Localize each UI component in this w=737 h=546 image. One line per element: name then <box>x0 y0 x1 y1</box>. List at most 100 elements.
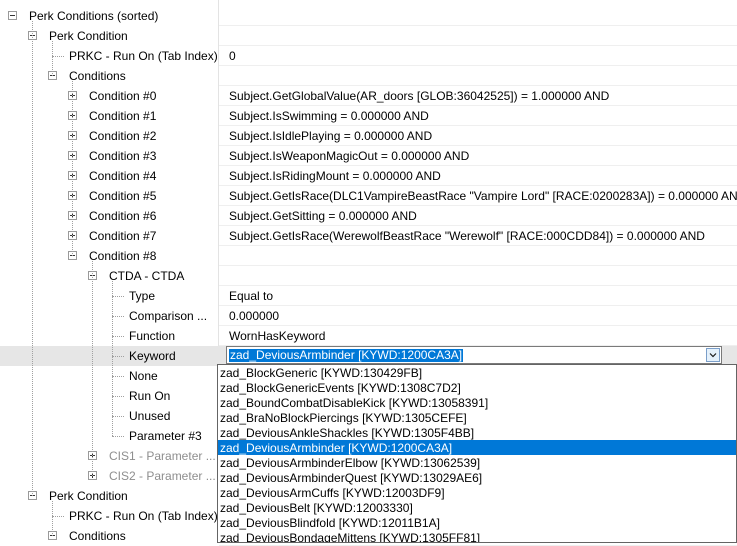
tree-guide-line <box>92 261 93 476</box>
tree-row-label: None <box>129 369 158 383</box>
tree-row-label: Run On <box>129 389 171 403</box>
tree-row-condition-1[interactable]: Condition #1 Subject.IsSwimming = 0.00000… <box>0 106 737 126</box>
tree-connector-line <box>52 56 64 57</box>
tree-row-label: Function <box>129 329 176 343</box>
tree-row-value: Subject.GetSitting = 0.000000 AND <box>229 209 417 223</box>
tree-row-condition-5[interactable]: Condition #5 Subject.GetIsRace(DLC1Vampir… <box>0 186 737 206</box>
tree-row-condition-8[interactable]: Condition #8 <box>0 246 737 266</box>
tree-row-value: Subject.IsRidingMount = 0.000000 AND <box>229 169 441 183</box>
dropdown-option[interactable]: zad_DeviousArmbinderQuest [KYWD:13029AE6… <box>218 470 736 485</box>
tree-guide-line <box>52 41 53 76</box>
tree-row-label: Perk Condition <box>49 489 128 503</box>
tree-row-ctda-ctda[interactable]: CTDA - CTDA <box>0 266 737 286</box>
tree-row-label: Condition #1 <box>89 109 157 123</box>
tree-row-condition-2[interactable]: Condition #2 Subject.IsIdlePlaying = 0.00… <box>0 126 737 146</box>
tree-row-comparison[interactable]: Comparison ... 0.000000 <box>0 306 737 326</box>
keyword-combobox-value[interactable]: zad_DeviousArmbinder [KYWD:1200CA3A] <box>229 349 464 362</box>
dropdown-option-label: zad_DeviousBondageMittens [KYWD:1305FF81… <box>220 531 481 543</box>
dropdown-option-label: zad_BraNoBlockPiercings [KYWD:1305CEFE] <box>220 411 467 425</box>
keyword-combobox[interactable]: zad_DeviousArmbinder [KYWD:1200CA3A] <box>226 346 722 364</box>
dropdown-option[interactable]: zad_BoundCombatDisableKick [KYWD:1305839… <box>218 395 736 410</box>
tree-row-label: Conditions <box>69 529 126 543</box>
collapse-icon[interactable] <box>8 11 17 20</box>
tree-connector-line <box>112 356 124 357</box>
tree-row-label: CIS2 - Parameter ... <box>109 469 216 483</box>
dropdown-option[interactable]: zad_BraNoBlockPiercings [KYWD:1305CEFE] <box>218 410 736 425</box>
tree-row-function[interactable]: Function WornHasKeyword <box>0 326 737 346</box>
tree-row-label: Perk Conditions (sorted) <box>29 9 159 23</box>
dropdown-option[interactable]: zad_DeviousBlindfold [KYWD:12011B1A] <box>218 515 736 530</box>
tree-row-label: Condition #5 <box>89 189 157 203</box>
dropdown-option-label: zad_DeviousBelt [KYWD:12003330] <box>220 501 413 515</box>
dropdown-option-label: zad_DeviousBlindfold [KYWD:12011B1A] <box>220 516 440 530</box>
tree-row-label: Condition #0 <box>89 89 157 103</box>
dropdown-option-label: zad_BlockGenericEvents [KYWD:1308C7D2] <box>220 381 461 395</box>
tree-connector-line <box>112 396 124 397</box>
tree-row-label: Condition #2 <box>89 129 157 143</box>
tree-row-condition-6[interactable]: Condition #6 Subject.GetSitting = 0.00000… <box>0 206 737 226</box>
tree-row-prkc-run-on-tab-index[interactable]: PRKC - Run On (Tab Index) 0 <box>0 46 737 66</box>
tree-row-perk-condition[interactable]: Perk Condition <box>0 26 737 46</box>
tree-connector-line <box>112 376 124 377</box>
tree-row-value: 0 <box>229 49 236 63</box>
tree-row-label: Condition #7 <box>89 229 157 243</box>
tree-row-label: Keyword <box>129 349 176 363</box>
tree-row-value: Subject.GetIsRace(WerewolfBeastRace "Wer… <box>229 229 705 243</box>
tree-row-value: WornHasKeyword <box>229 329 326 343</box>
dropdown-option[interactable]: zad_DeviousArmbinderElbow [KYWD:13062539… <box>218 455 736 470</box>
dropdown-option-label: zad_DeviousArmbinderElbow [KYWD:13062539… <box>220 456 481 470</box>
chevron-down-icon <box>709 353 717 358</box>
tree-guide-line <box>72 81 73 256</box>
tree-row-label: Condition #8 <box>89 249 157 263</box>
tree-row-value: 0.000000 <box>229 309 280 323</box>
tree-row-label: Type <box>129 289 156 303</box>
dropdown-option[interactable]: zad_BlockGenericEvents [KYWD:1308C7D2] <box>218 380 736 395</box>
dropdown-option[interactable]: zad_DeviousBelt [KYWD:12003330] <box>218 500 736 515</box>
dropdown-option-label: zad_DeviousArmCuffs [KYWD:12003DF9] <box>220 486 445 500</box>
dropdown-option[interactable]: zad_DeviousArmCuffs [KYWD:12003DF9] <box>218 485 736 500</box>
tree-connector-line <box>52 516 64 517</box>
tree-row-value: Subject.IsSwimming = 0.000000 AND <box>229 109 429 123</box>
tree-row-condition-0[interactable]: Condition #0 Subject.GetGlobalValue(AR_do… <box>0 86 737 106</box>
dropdown-option-label: zad_DeviousArmbinder [KYWD:1200CA3A] <box>220 441 453 455</box>
tree-row-label: PRKC - Run On (Tab Index) <box>69 509 218 523</box>
tree-row-label: Unused <box>129 409 171 423</box>
dropdown-option-label: zad_DeviousAnkleShackles [KYWD:1305F4BB] <box>220 426 475 440</box>
dropdown-option[interactable]: zad_DeviousBondageMittens [KYWD:1305FF81… <box>218 530 736 543</box>
tree-connector-line <box>112 296 124 297</box>
tree-row-value: Subject.IsIdlePlaying = 0.000000 AND <box>229 129 433 143</box>
tree-row-label: Parameter #3 <box>129 429 202 443</box>
tree-row-label: CTDA - CTDA <box>109 269 185 283</box>
dropdown-option-label: zad_DeviousArmbinderQuest [KYWD:13029AE6… <box>220 471 483 485</box>
tree-guide-line <box>32 41 33 496</box>
tree-row-condition-3[interactable]: Condition #3 Subject.IsWeaponMagicOut = 0… <box>0 146 737 166</box>
dropdown-option-label: zad_BoundCombatDisableKick [KYWD:1305839… <box>220 396 489 410</box>
tree-row-label: PRKC - Run On (Tab Index) <box>69 49 218 63</box>
tree-row-label: Comparison ... <box>129 309 208 323</box>
tree-row-condition-4[interactable]: Condition #4 Subject.IsRidingMount = 0.00… <box>0 166 737 186</box>
tree-row-type[interactable]: Type Equal to <box>0 286 737 306</box>
dropdown-option[interactable]: zad_DeviousAnkleShackles [KYWD:1305F4BB] <box>218 425 736 440</box>
tree-row-label: Conditions <box>69 69 126 83</box>
tree-row-perk-conditions-sorted[interactable]: Perk Conditions (sorted) <box>0 6 737 26</box>
tree-row-value: Subject.GetGlobalValue(AR_doors [GLOB:36… <box>229 89 610 103</box>
tree-row-condition-7[interactable]: Condition #7 Subject.GetIsRace(WerewolfBe… <box>0 226 737 246</box>
dropdown-option[interactable]: zad_DeviousArmbinder [KYWD:1200CA3A] <box>218 440 736 455</box>
tree-row-label: Perk Condition <box>49 29 128 43</box>
tree-row-label: Condition #4 <box>89 169 157 183</box>
tree-guide-line <box>52 501 53 536</box>
dropdown-option[interactable]: zad_BlockGeneric [KYWD:130429FB] <box>218 365 736 380</box>
tree-connector-line <box>112 336 124 337</box>
tree-row-label: Condition #6 <box>89 209 157 223</box>
dropdown-option-label: zad_BlockGeneric [KYWD:130429FB] <box>220 366 423 380</box>
tree-connector-line <box>112 316 124 317</box>
tree-guide-line <box>112 281 113 436</box>
tree-row-value: Subject.IsWeaponMagicOut = 0.000000 AND <box>229 149 470 163</box>
tree-connector-line <box>112 416 124 417</box>
tree-row-value: Equal to <box>229 289 274 303</box>
dropdown-button[interactable] <box>706 348 720 362</box>
tree-row-conditions[interactable]: Conditions <box>0 66 737 86</box>
tree-row-value: Subject.GetIsRace(DLC1VampireBeastRace "… <box>229 189 737 203</box>
tree-connector-line <box>112 436 124 437</box>
keyword-dropdown-list[interactable]: zad_BlockGeneric [KYWD:130429FB] zad_Bloc… <box>217 364 737 543</box>
